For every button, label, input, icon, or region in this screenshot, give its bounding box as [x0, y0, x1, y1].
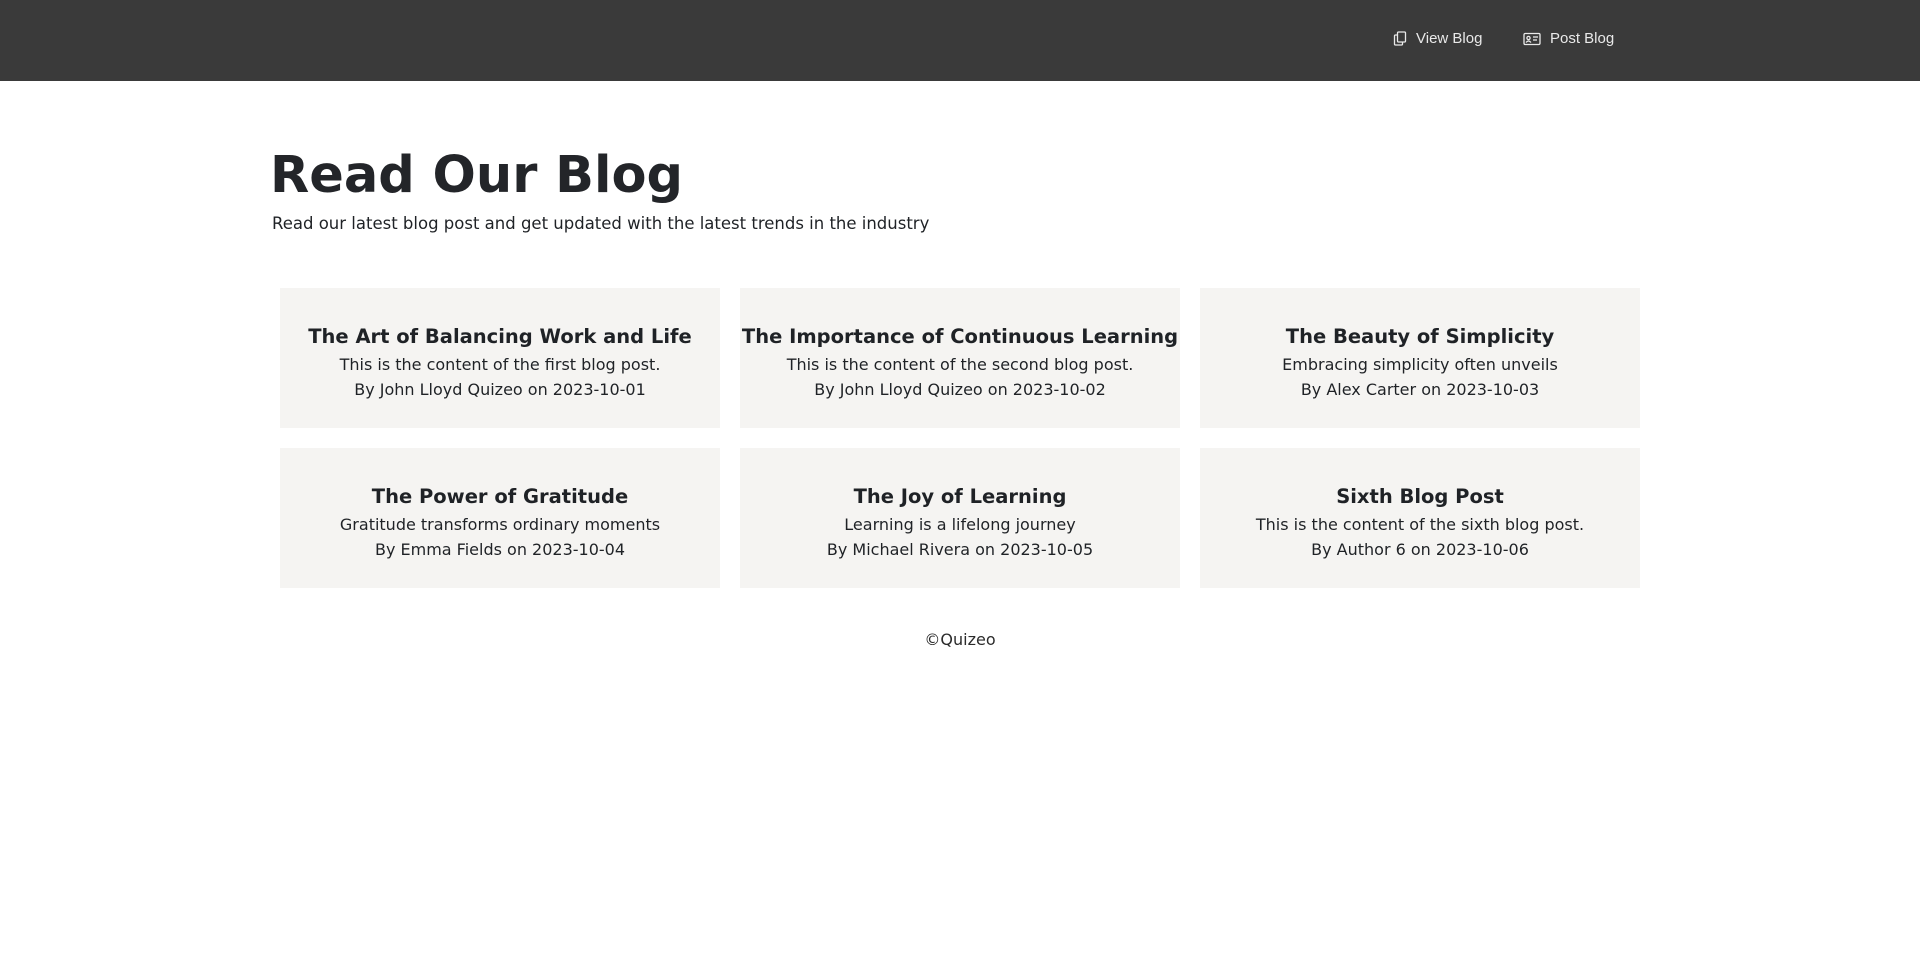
- id-card-icon: [1523, 32, 1541, 46]
- blog-card-title: The Beauty of Simplicity: [1285, 325, 1555, 348]
- blog-card[interactable]: The Importance of Continuous Learning Th…: [740, 288, 1180, 428]
- blog-card-meta: By Emma Fields on 2023-10-04: [374, 540, 626, 559]
- blog-card-content: This is the content of the first blog po…: [339, 355, 661, 374]
- blog-card-content: This is the content of the second blog p…: [786, 355, 1134, 374]
- page-title: Read Our Blog: [270, 146, 684, 205]
- blog-card-title: The Importance of Continuous Learning: [741, 325, 1179, 348]
- blog-card-content: Embracing simplicity often unveils: [1282, 355, 1558, 374]
- blog-card-content: Learning is a lifelong journey: [844, 515, 1076, 534]
- blog-card-title: Sixth Blog Post: [1336, 485, 1504, 508]
- blog-card-title: The Power of Gratitude: [371, 485, 629, 508]
- post-blog-link[interactable]: Post Blog: [1523, 30, 1614, 47]
- blog-card[interactable]: The Power of Gratitude Gratitude transfo…: [280, 448, 720, 588]
- blog-card-content: Gratitude transforms ordinary moments: [339, 515, 661, 534]
- blog-card-meta: By John Lloyd Quizeo on 2023-10-01: [354, 380, 646, 399]
- blog-card-title: The Joy of Learning: [853, 485, 1067, 508]
- page-subtitle: Read our latest blog post and get update…: [272, 214, 930, 233]
- blog-card[interactable]: The Art of Balancing Work and Life This …: [280, 288, 720, 428]
- blog-card[interactable]: The Beauty of Simplicity Embracing simpl…: [1200, 288, 1640, 428]
- footer-copyright: ©Quizeo: [924, 630, 996, 649]
- blog-card-meta: By Michael Rivera on 2023-10-05: [826, 540, 1094, 559]
- copy-icon: [1393, 31, 1407, 46]
- post-blog-label: Post Blog: [1550, 30, 1615, 47]
- view-blog-label: View Blog: [1416, 30, 1483, 47]
- blog-card-meta: By Author 6 on 2023-10-06: [1311, 540, 1529, 559]
- blog-card-meta: By Alex Carter on 2023-10-03: [1300, 380, 1540, 399]
- blog-card[interactable]: The Joy of Learning Learning is a lifelo…: [740, 448, 1180, 588]
- blog-card[interactable]: Sixth Blog Post This is the content of t…: [1200, 448, 1640, 588]
- blog-card-content: This is the content of the sixth blog po…: [1255, 515, 1585, 534]
- top-navbar: View Blog Post Blog: [0, 0, 1920, 81]
- blog-card-title: The Art of Balancing Work and Life: [308, 325, 692, 348]
- blog-card-meta: By John Lloyd Quizeo on 2023-10-02: [814, 380, 1106, 399]
- view-blog-link[interactable]: View Blog: [1393, 30, 1482, 47]
